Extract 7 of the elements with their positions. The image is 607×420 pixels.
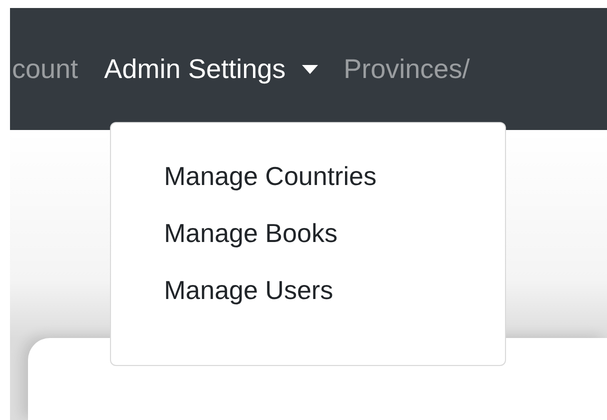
dropdown-item[interactable]: Manage Users [111,262,505,319]
dropdown-item[interactable]: Manage Books [111,205,505,262]
nav-link[interactable]: count [12,54,78,84]
dropdown-item[interactable]: Manage Countries [111,148,505,205]
nav-link[interactable]: Provinces/ [344,54,470,84]
caret-icon [302,64,318,74]
dropdown-toggle[interactable]: Admin Settings [104,54,318,84]
